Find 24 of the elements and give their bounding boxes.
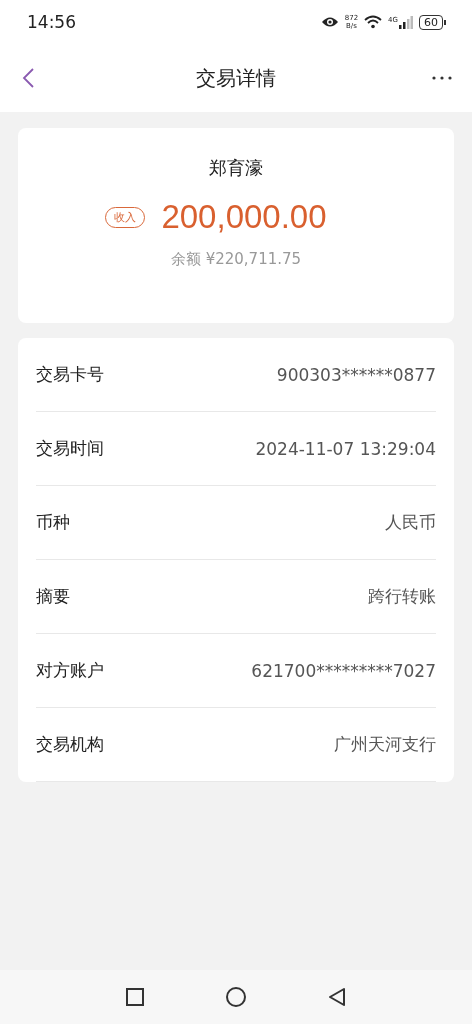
detail-label: 交易机构 bbox=[36, 733, 104, 756]
amount: 200,000.00 bbox=[161, 198, 327, 236]
detail-label: 币种 bbox=[36, 511, 70, 534]
payer-name: 郑育濠 bbox=[209, 156, 263, 180]
back-nav-icon[interactable] bbox=[327, 987, 347, 1007]
detail-label: 交易时间 bbox=[36, 437, 104, 460]
detail-label: 对方账户 bbox=[36, 659, 104, 682]
battery-level: 60 bbox=[419, 14, 443, 30]
detail-value: 广州天河支行 bbox=[334, 733, 436, 756]
wifi-icon bbox=[364, 15, 383, 29]
home-icon[interactable] bbox=[225, 986, 247, 1008]
detail-value: 621700*********7027 bbox=[251, 660, 436, 681]
status-time: 14:56 bbox=[27, 12, 76, 32]
detail-value: 跨行转账 bbox=[368, 585, 436, 608]
detail-value: 2024-11-07 13:29:04 bbox=[255, 438, 436, 459]
recents-icon[interactable] bbox=[125, 987, 145, 1007]
detail-value: 人民币 bbox=[385, 511, 436, 534]
signal-icon bbox=[399, 15, 413, 29]
detail-value: 900303******0877 bbox=[276, 364, 436, 385]
page-title: 交易详情 bbox=[196, 64, 276, 92]
detail-label: 交易卡号 bbox=[36, 363, 104, 386]
balance-text: 余额 ¥220,711.75 bbox=[170, 250, 302, 269]
eye-icon bbox=[320, 16, 339, 28]
detail-label: 摘要 bbox=[36, 585, 70, 608]
